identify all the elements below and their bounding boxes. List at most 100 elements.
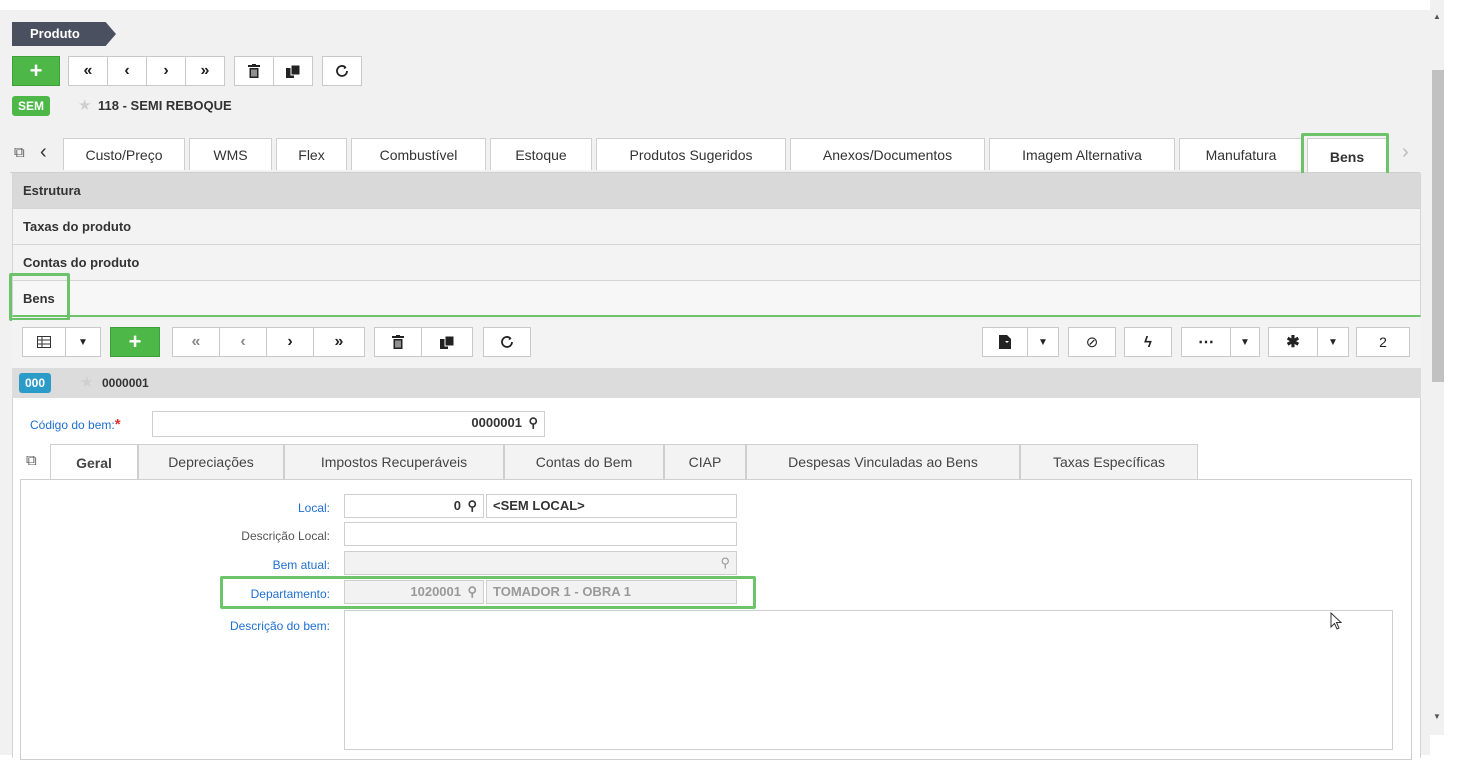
grid-view-dropdown[interactable]: ▼ (65, 327, 101, 357)
bem-atual-input[interactable]: ⚲ (344, 551, 737, 575)
search-icon[interactable]: ⚲ (720, 552, 730, 574)
scrollbar-thumb[interactable] (1432, 70, 1444, 382)
attachment-button[interactable]: ⊘ (1068, 327, 1116, 357)
page-count-indicator[interactable]: 2 (1356, 327, 1410, 357)
chevron-left-icon: ‹ (240, 333, 246, 350)
tab-manufatura[interactable]: Manufatura (1179, 138, 1303, 170)
export-dropdown[interactable]: ▼ (1027, 327, 1059, 357)
grid-view-button[interactable] (22, 327, 66, 357)
tab-wms[interactable]: WMS (189, 138, 272, 170)
section-estrutura[interactable]: Estrutura (12, 173, 1421, 209)
refresh-icon (501, 336, 513, 348)
last-record-button[interactable]: » (185, 56, 225, 86)
delete-button[interactable] (234, 56, 274, 86)
tab-depreciacoes[interactable]: Depreciações (138, 444, 284, 480)
tabs-scroll-left-icon[interactable]: ‹ (40, 141, 47, 164)
settings-dropdown[interactable]: ▼ (1317, 327, 1349, 357)
tab-combustivel[interactable]: Combustível (351, 138, 486, 170)
local-code-input[interactable]: 0 ⚲ (344, 494, 484, 518)
tabs-scroll-right-icon[interactable]: › (1402, 141, 1409, 164)
section-bens[interactable]: Bens (12, 281, 1421, 317)
tab-label: Taxas Específicas (1052, 454, 1166, 470)
tab-label: Estoque (515, 146, 567, 163)
highlight-departamento (220, 576, 756, 609)
double-chevron-left-icon: « (83, 62, 93, 79)
tab-imagem-alternativa[interactable]: Imagem Alternativa (989, 138, 1175, 170)
caret-down-icon: ▼ (1240, 336, 1250, 348)
highlight-section-bens (9, 273, 70, 321)
tab-label: Produtos Sugeridos (629, 146, 753, 163)
first-record-button[interactable]: « (68, 56, 108, 86)
more-button[interactable]: ⋯ (1181, 327, 1231, 357)
chevron-right-icon: › (287, 333, 293, 350)
tab-produtos-sugeridos[interactable]: Produtos Sugeridos (596, 138, 786, 170)
codigo-value: 0000001 (471, 415, 522, 430)
tab-label: CIAP (688, 454, 722, 470)
plus-icon: + (29, 58, 43, 83)
copy-icon (440, 335, 454, 349)
local-code-value: 0 (453, 498, 461, 513)
gear-icon: ✱ (1286, 334, 1300, 351)
tab-estoque[interactable]: Estoque (490, 138, 592, 170)
inner-add-button[interactable]: + (110, 327, 160, 357)
tab-label: Flex (298, 146, 325, 163)
tab-custo-preco[interactable]: Custo/Preço (63, 138, 185, 170)
caret-down-icon: ▼ (1038, 336, 1048, 348)
add-button[interactable]: + (12, 56, 60, 86)
inner-record-bar (12, 368, 1421, 398)
scroll-down-icon[interactable]: ▼ (1432, 712, 1442, 722)
export-button[interactable] (982, 327, 1028, 357)
descricao-bem-textarea[interactable] (344, 610, 1393, 750)
tab-anexos-documentos[interactable]: Anexos/Documentos (790, 138, 985, 170)
app-window: Produto + « ‹ › » SEM ★ 118 - SEMI REBOQ… (0, 0, 1430, 760)
descricao-local-input[interactable] (344, 522, 737, 546)
inner-badge: 000 (19, 373, 52, 393)
required-marker: * (114, 416, 121, 433)
tab-ciap[interactable]: CIAP (664, 444, 746, 480)
settings-button[interactable]: ✱ (1268, 327, 1318, 357)
inner-tabs-menu-icon[interactable]: ⧉ (26, 452, 37, 469)
search-icon[interactable]: ⚲ (528, 412, 538, 434)
next-record-button[interactable]: › (146, 56, 186, 86)
mouse-cursor-icon (1330, 612, 1342, 630)
refresh-button[interactable] (322, 56, 362, 86)
tabs-bar: ⧉ ‹ Custo/Preço WMS Flex Combustível Est… (10, 134, 1420, 174)
section-contas-produto[interactable]: Contas do produto (12, 245, 1421, 281)
double-chevron-right-icon: » (200, 62, 210, 79)
tab-contas-do-bem[interactable]: Contas do Bem (504, 444, 664, 480)
section-taxas-produto[interactable]: Taxas do produto (12, 209, 1421, 245)
tab-label: Despesas Vinculadas ao Bens (788, 454, 978, 470)
breadcrumb[interactable]: Produto (12, 22, 116, 46)
local-desc-field[interactable]: <SEM LOCAL> (486, 494, 737, 518)
codigo-input[interactable]: 0000001 ⚲ (152, 411, 545, 437)
favorite-star-icon[interactable]: ★ (80, 373, 93, 391)
tab-despesas-vinculadas[interactable]: Despesas Vinculadas ao Bens (746, 444, 1020, 480)
inner-next-button[interactable]: › (266, 327, 314, 357)
bem-atual-label: Bem atual: (272, 558, 330, 572)
local-label: Local: (297, 501, 330, 515)
prev-record-button[interactable]: ‹ (107, 56, 147, 86)
tab-label: Imagem Alternativa (1022, 146, 1142, 163)
favorite-star-icon[interactable]: ★ (78, 96, 91, 114)
inner-first-button[interactable]: « (172, 327, 220, 357)
table-icon (37, 336, 51, 348)
copy-button[interactable] (273, 56, 313, 86)
tabs-menu-icon[interactable]: ⧉ (14, 144, 25, 161)
inner-refresh-button[interactable] (483, 327, 531, 357)
scroll-up-icon[interactable]: ▲ (1432, 12, 1442, 22)
inner-last-button[interactable]: » (313, 327, 365, 357)
section-list: Estrutura Taxas do produto Contas do pro… (12, 173, 1421, 317)
tab-taxas-especificas[interactable]: Taxas Específicas (1020, 444, 1198, 480)
inner-copy-button[interactable] (421, 327, 473, 357)
more-dropdown[interactable]: ▼ (1230, 327, 1260, 357)
search-icon[interactable]: ⚲ (467, 495, 477, 517)
copy-icon (286, 64, 300, 78)
double-chevron-right-icon: » (334, 333, 344, 350)
file-export-icon (999, 335, 1011, 349)
tab-impostos-recuperaveis[interactable]: Impostos Recuperáveis (284, 444, 504, 480)
tab-geral[interactable]: Geral (50, 444, 138, 480)
tab-flex[interactable]: Flex (276, 138, 347, 170)
inner-delete-button[interactable] (374, 327, 422, 357)
inner-prev-button[interactable]: ‹ (219, 327, 267, 357)
actions-button[interactable]: ϟ (1124, 327, 1172, 357)
